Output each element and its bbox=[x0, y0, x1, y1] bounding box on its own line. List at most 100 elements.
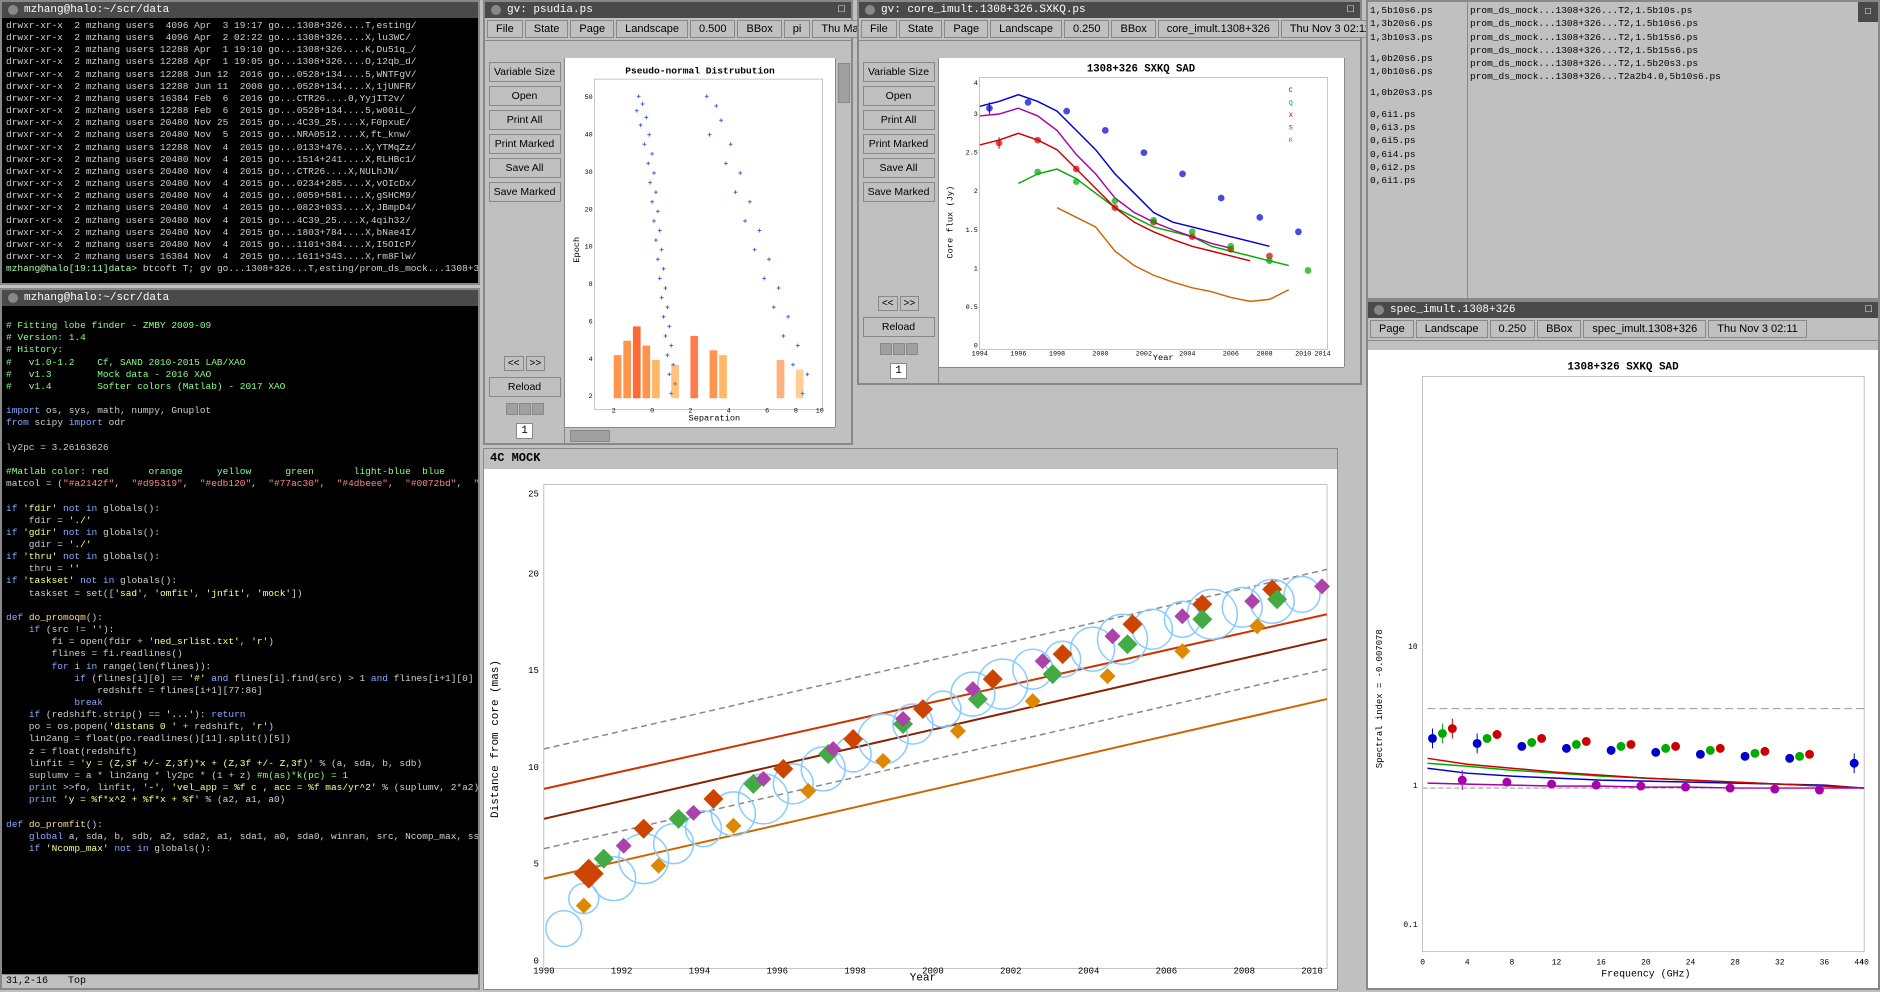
gv2-scrollbar-h[interactable] bbox=[939, 367, 1344, 383]
list-item[interactable]: 1,5b10s6.ps bbox=[1370, 4, 1465, 17]
gv1-prev-btn[interactable]: << bbox=[504, 356, 524, 371]
gv2-save-marked-btn[interactable]: Save Marked bbox=[863, 182, 935, 202]
gv1-file-btn[interactable]: File bbox=[487, 20, 523, 38]
gv1-bbox-btn[interactable]: BBox bbox=[737, 20, 781, 38]
right-panel-close[interactable]: □ bbox=[1858, 2, 1878, 22]
terminal-1-title: mzhang@halo:~/scr/data bbox=[2, 2, 478, 18]
spec-panel: spec_imult.1308+326 □ Page Landscape 0.2… bbox=[1366, 300, 1880, 990]
gv1-reload-btn[interactable]: Reload bbox=[489, 377, 561, 397]
terminal-2[interactable]: mzhang@halo:~/scr/data # Fitting lobe fi… bbox=[0, 288, 480, 990]
spec-thu-btn[interactable]: Thu Nov 3 02:11 bbox=[1708, 320, 1807, 338]
gv1-minimize[interactable]: □ bbox=[838, 4, 845, 16]
svg-text:2: 2 bbox=[589, 393, 593, 401]
gv1-hscroll-thumb[interactable] bbox=[570, 430, 610, 442]
spec-plot-title: 1308+326 SXKQ SAD bbox=[1567, 361, 1679, 373]
gv2-save-all-btn[interactable]: Save All bbox=[863, 158, 935, 178]
gv1-scrollbar-h[interactable] bbox=[565, 427, 835, 443]
gv2-minimize[interactable]: □ bbox=[1347, 4, 1354, 16]
gv1-save-all-btn[interactable]: Save All bbox=[489, 158, 561, 178]
spec-page-btn[interactable]: Page bbox=[1370, 320, 1414, 338]
list-item[interactable]: 1,0b10s6.ps bbox=[1370, 65, 1465, 78]
svg-text:2: 2 bbox=[612, 408, 616, 416]
svg-text:8: 8 bbox=[589, 281, 593, 289]
gv1-canvas: Pseudo-normal Distrubution Epoch Separat… bbox=[565, 58, 835, 427]
gv2-state-btn[interactable]: State bbox=[899, 20, 943, 38]
list-item[interactable]: prom_ds_mock...1308+326...T2,1.5b20s3.ps bbox=[1470, 57, 1876, 70]
svg-text:1998: 1998 bbox=[1049, 350, 1065, 358]
gv2-filename-btn[interactable]: core_imult.1308+326 bbox=[1158, 20, 1279, 38]
gv1-print-marked-btn[interactable]: Print Marked bbox=[489, 134, 561, 154]
gv2-open-btn[interactable]: Open bbox=[863, 86, 935, 106]
gv1-zoom-btn[interactable]: 0.500 bbox=[690, 20, 736, 38]
list-item[interactable]: 0,6i3.ps bbox=[1370, 121, 1465, 134]
svg-text:X: X bbox=[1289, 112, 1293, 120]
svg-text:24: 24 bbox=[1686, 959, 1696, 968]
gv1-icon1 bbox=[506, 403, 518, 415]
list-item[interactable]: 0,6i5.ps bbox=[1370, 134, 1465, 147]
list-item[interactable]: 0,6i2.ps bbox=[1370, 161, 1465, 174]
list-item[interactable]: prom_ds_mock...1308+326...T2a2b4.0,5b10s… bbox=[1470, 70, 1876, 83]
gv2-icon1 bbox=[880, 343, 892, 355]
gv2-prev-btn[interactable]: << bbox=[878, 296, 898, 311]
list-item[interactable]: prom_ds_mock...1308+326...T2,1.5b10s6.ps bbox=[1470, 17, 1876, 30]
list-item[interactable]: 1,3b10s3.ps bbox=[1370, 31, 1465, 44]
gv2-file-btn[interactable]: File bbox=[861, 20, 897, 38]
gv2-bbox-btn[interactable]: BBox bbox=[1111, 20, 1155, 38]
svg-text:40: 40 bbox=[585, 132, 593, 140]
gv1-print-all-btn[interactable]: Print All bbox=[489, 110, 561, 130]
spec-title: spec_imult.1308+326 □ bbox=[1368, 302, 1878, 318]
gv2-zoom-btn[interactable]: 0.250 bbox=[1064, 20, 1110, 38]
terminal-1[interactable]: mzhang@halo:~/scr/data drwxr-xr-x 2 mzha… bbox=[0, 0, 480, 285]
gv2-scrollbar-v[interactable] bbox=[1344, 58, 1360, 367]
gv1-scrollbar-v[interactable] bbox=[835, 58, 851, 427]
list-item[interactable]: prom_ds_mock...1308+326...T2,1.5b15s6.ps bbox=[1470, 31, 1876, 44]
gv2-xaxis-label: Year bbox=[1153, 353, 1174, 363]
gv1-icon3 bbox=[532, 403, 544, 415]
svg-text:20: 20 bbox=[528, 569, 539, 579]
gv2-reload-btn[interactable]: Reload bbox=[863, 317, 935, 337]
gv1-next-btn[interactable]: >> bbox=[526, 356, 546, 371]
svg-text:44: 44 bbox=[1854, 959, 1864, 968]
svg-text:1: 1 bbox=[1413, 782, 1418, 791]
list-item[interactable]: 1,0b20s3.ps bbox=[1370, 86, 1465, 99]
spec-landscape-btn[interactable]: Landscape bbox=[1416, 320, 1488, 338]
spec-bbox-btn[interactable]: BBox bbox=[1537, 320, 1581, 338]
list-item[interactable]: 0,6i1.ps bbox=[1370, 174, 1465, 187]
gv1-yaxis-label: Epoch bbox=[572, 237, 582, 263]
terminal-2-title: mzhang@halo:~/scr/data bbox=[2, 290, 478, 306]
gv2-page-btn[interactable]: Page bbox=[944, 20, 988, 38]
svg-text:4: 4 bbox=[727, 408, 731, 416]
gv2-variable-size-btn[interactable]: Variable Size bbox=[863, 62, 935, 82]
svg-text:2008: 2008 bbox=[1257, 350, 1273, 358]
svg-text:10: 10 bbox=[816, 408, 824, 416]
gv1-save-marked-btn[interactable]: Save Marked bbox=[489, 182, 561, 202]
spec-minimize[interactable]: □ bbox=[1865, 304, 1872, 316]
gv2-print-marked-btn[interactable]: Print Marked bbox=[863, 134, 935, 154]
gv2-thu-btn[interactable]: Thu Nov 3 02:11 bbox=[1281, 20, 1380, 38]
gv1-page-btn[interactable]: Page bbox=[570, 20, 614, 38]
gv1-open-btn[interactable]: Open bbox=[489, 86, 561, 106]
gv1-landscape-btn[interactable]: Landscape bbox=[616, 20, 688, 38]
gv1-variable-size-btn[interactable]: Variable Size bbox=[489, 62, 561, 82]
terminal-1-dot bbox=[8, 5, 18, 15]
gv2-landscape-btn[interactable]: Landscape bbox=[990, 20, 1062, 38]
list-item[interactable]: 0,6i4.ps bbox=[1370, 148, 1465, 161]
list-item[interactable]: 0,6i1.ps bbox=[1370, 108, 1465, 121]
gv1-vscroll-thumb[interactable] bbox=[838, 63, 850, 103]
spec-filename-btn[interactable]: spec_imult.1308+326 bbox=[1583, 320, 1706, 338]
gv2-yaxis-label: Core flux (Jy) bbox=[946, 186, 956, 259]
gv2-next-btn[interactable]: >> bbox=[900, 296, 920, 311]
list-item[interactable]: prom_ds_mock...1308+326...T2,1.5b15s6.ps bbox=[1470, 44, 1876, 57]
gv1-icon2 bbox=[519, 403, 531, 415]
svg-text:2: 2 bbox=[688, 408, 692, 416]
gv1-state-btn[interactable]: State bbox=[525, 20, 569, 38]
gv1-pi-btn[interactable]: pi bbox=[784, 20, 811, 38]
list-item[interactable]: prom_ds_mock...1308+326...T2,1.5b10s.ps bbox=[1470, 4, 1876, 17]
svg-text:2002: 2002 bbox=[1000, 966, 1022, 976]
gv1-page-num: 1 bbox=[516, 423, 533, 439]
gv2-print-all-btn[interactable]: Print All bbox=[863, 110, 935, 130]
svg-text:2: 2 bbox=[974, 188, 978, 196]
list-item[interactable]: 1,0b20s6.ps bbox=[1370, 52, 1465, 65]
spec-zoom-btn[interactable]: 0.250 bbox=[1490, 320, 1536, 338]
list-item[interactable]: 1,3b20s6.ps bbox=[1370, 17, 1465, 30]
